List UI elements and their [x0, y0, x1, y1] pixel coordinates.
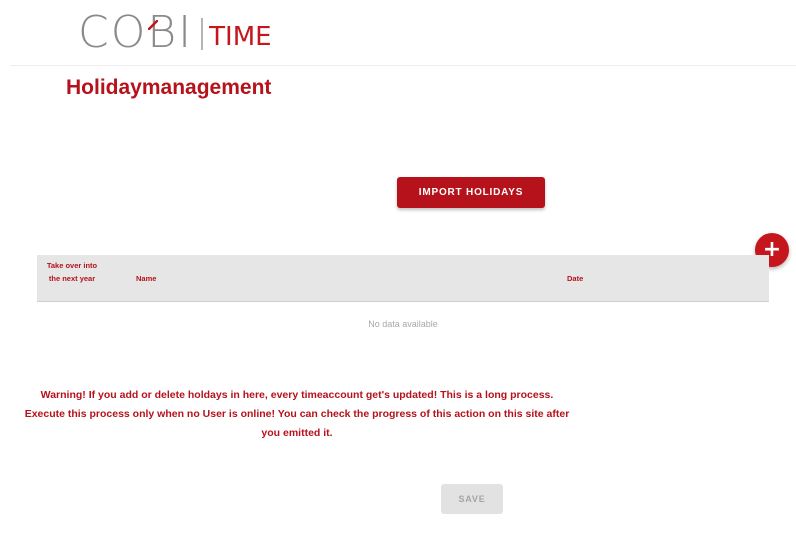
logo-wordmark: COBI	[78, 7, 194, 58]
column-header-takeover[interactable]: Take over into the next year	[45, 259, 99, 285]
page-title: Holidaymanagement	[66, 76, 272, 99]
column-header-name[interactable]: Name	[136, 274, 156, 283]
logo-separator	[201, 18, 204, 50]
warning-message: Warning! If you add or delete holdays in…	[24, 389, 570, 439]
logo-subtitle: TIME	[209, 22, 272, 52]
save-button[interactable]: SAVE	[441, 484, 503, 514]
import-holidays-button[interactable]: IMPORT HOLIDAYS	[397, 177, 545, 208]
app-logo: COBI TIME	[78, 8, 272, 58]
header-divider	[10, 65, 796, 66]
logo-accent-mark	[148, 20, 158, 30]
column-header-date[interactable]: Date	[567, 274, 583, 283]
empty-table-message: No data available	[368, 319, 438, 329]
holiday-table-header: Take over into the next year Name Date	[37, 255, 769, 302]
